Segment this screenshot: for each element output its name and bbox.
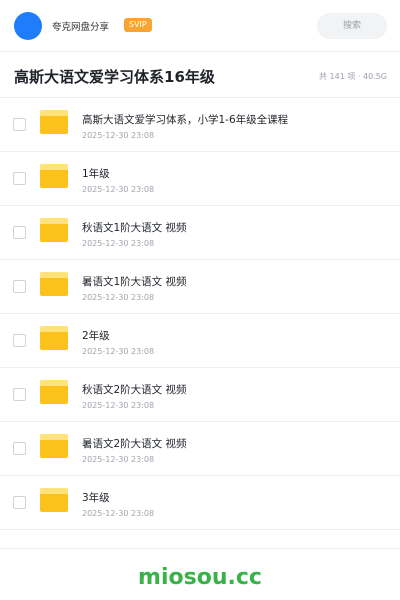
search-input[interactable]: 搜索 [317, 13, 387, 39]
folder-icon [40, 326, 68, 350]
select-checkbox[interactable] [13, 172, 26, 185]
item-date: 2025-12-30 23:08 [82, 455, 155, 464]
folder-header: 高斯大语文爱学习体系16年级 共 141 项 · 40.5G [0, 52, 400, 98]
select-checkbox[interactable] [13, 226, 26, 239]
item-name: 1年级 [82, 168, 110, 180]
folder-icon [40, 380, 68, 404]
select-checkbox[interactable] [13, 118, 26, 131]
select-checkbox[interactable] [13, 442, 26, 455]
item-name: 2年级 [82, 330, 110, 342]
list-item[interactable]: 高斯大语文爱学习体系，小学1-6年级全课程 2025-12-30 23:08 [0, 98, 400, 152]
footer: miosou.cc [0, 548, 400, 600]
item-name: 暑语文2阶大语文 视频 [82, 438, 187, 450]
folder-icon [40, 218, 68, 242]
folder-icon [40, 164, 68, 188]
list-item[interactable]: 1年级 2025-12-30 23:08 [0, 152, 400, 206]
list-item[interactable]: 秋语文2阶大语文 视频 2025-12-30 23:08 [0, 368, 400, 422]
select-checkbox[interactable] [13, 280, 26, 293]
list-item[interactable]: 秋语文1阶大语文 视频 2025-12-30 23:08 [0, 206, 400, 260]
select-checkbox[interactable] [13, 388, 26, 401]
item-date: 2025-12-30 23:08 [82, 239, 155, 248]
item-date: 2025-12-30 23:08 [82, 509, 155, 518]
item-name: 3年级 [82, 492, 110, 504]
folder-icon [40, 434, 68, 458]
folder-icon [40, 110, 68, 134]
item-date: 2025-12-30 23:08 [82, 293, 155, 302]
list-item[interactable]: 2年级 2025-12-30 23:08 [0, 314, 400, 368]
list-item[interactable]: 暑语文1阶大语文 视频 2025-12-30 23:08 [0, 260, 400, 314]
item-date: 2025-12-30 23:08 [82, 347, 155, 356]
item-name: 高斯大语文爱学习体系，小学1-6年级全课程 [82, 114, 289, 126]
item-date: 2025-12-30 23:08 [82, 131, 155, 140]
watermark-text: miosou.cc [138, 565, 262, 590]
list-item[interactable]: 暑语文2阶大语文 视频 2025-12-30 23:08 [0, 422, 400, 476]
svip-badge: SVIP [124, 18, 152, 32]
item-date: 2025-12-30 23:08 [82, 185, 155, 194]
select-checkbox[interactable] [13, 334, 26, 347]
select-checkbox[interactable] [13, 496, 26, 509]
item-date: 2025-12-30 23:08 [82, 401, 155, 410]
file-list: 高斯大语文爱学习体系，小学1-6年级全课程 2025-12-30 23:08 1… [0, 98, 400, 530]
list-item[interactable]: 3年级 2025-12-30 23:08 [0, 476, 400, 530]
app-title: 夸克网盘分享 [52, 22, 110, 33]
page-title: 高斯大语文爱学习体系16年级 [14, 68, 215, 86]
folder-icon [40, 488, 68, 512]
avatar[interactable] [14, 12, 42, 40]
folder-stats: 共 141 项 · 40.5G [319, 72, 387, 81]
item-name: 暑语文1阶大语文 视频 [82, 276, 187, 288]
folder-icon [40, 272, 68, 296]
top-bar: 夸克网盘分享 SVIP 搜索 [0, 0, 400, 52]
item-name: 秋语文2阶大语文 视频 [82, 384, 187, 396]
item-name: 秋语文1阶大语文 视频 [82, 222, 187, 234]
